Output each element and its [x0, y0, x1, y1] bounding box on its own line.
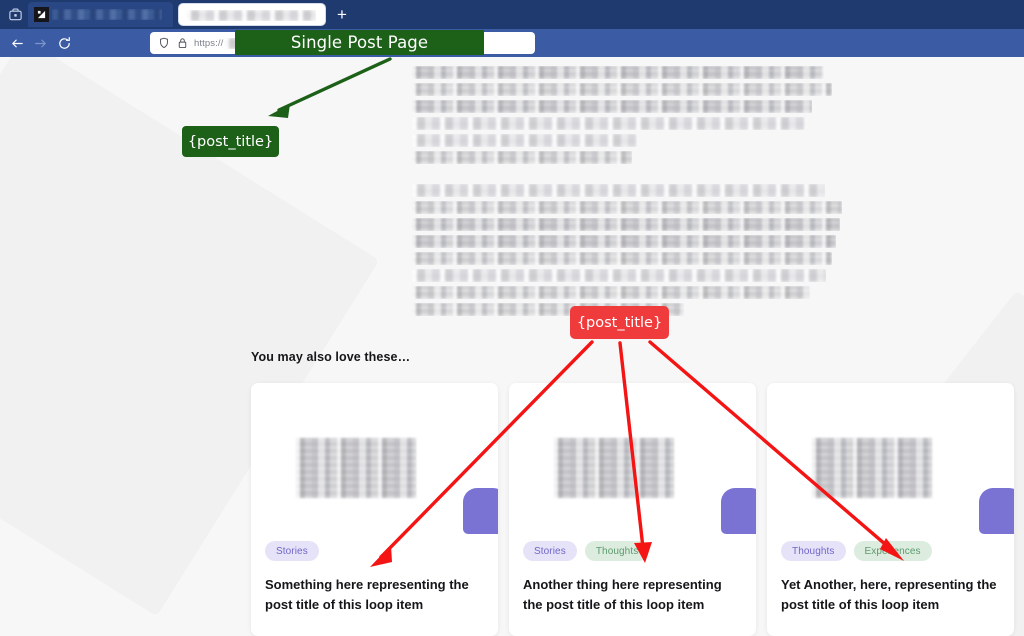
- forward-button: [30, 33, 50, 53]
- browser-tab-title-redacted: [52, 9, 162, 20]
- redacted-text-line: [412, 134, 637, 147]
- tab-strip: ✕ +: [0, 0, 1024, 29]
- redacted-text-line: [412, 218, 840, 231]
- back-button[interactable]: [7, 33, 27, 53]
- post-tag-list: Thoughts Experiences: [781, 541, 932, 561]
- redacted-text-line: [412, 286, 810, 299]
- redacted-text-line: [412, 235, 836, 248]
- post-tag[interactable]: Thoughts: [781, 541, 846, 561]
- post-tag[interactable]: Experiences: [853, 541, 932, 561]
- browser-tab-title-redacted: [186, 10, 316, 21]
- post-tag[interactable]: Thoughts: [584, 541, 650, 561]
- page-favicon-icon: [34, 7, 49, 22]
- related-posts-heading: You may also love these…: [251, 350, 411, 364]
- redacted-text-line: [412, 83, 832, 96]
- redacted-text-line: [412, 184, 825, 197]
- tab-search-icon[interactable]: [4, 3, 26, 25]
- post-tag[interactable]: Stories: [265, 541, 319, 561]
- reload-button[interactable]: [54, 33, 74, 53]
- redacted-text-line: [412, 66, 824, 79]
- decorative-blob: [979, 488, 1014, 534]
- post-thumbnail-redacted: [554, 438, 674, 498]
- single-post-page-banner: Single Post Page: [235, 30, 484, 55]
- post-card[interactable]: Thoughts Experiences Yet Another, here, …: [767, 383, 1014, 636]
- browser-tab-active[interactable]: ✕: [28, 2, 199, 27]
- decorative-blob: [721, 488, 756, 534]
- callout-post-title-green: {post_title}: [182, 126, 279, 157]
- post-thumbnail-redacted: [812, 438, 932, 498]
- shield-icon[interactable]: [158, 37, 170, 49]
- post-card-title[interactable]: Something here representing the post tit…: [265, 575, 484, 615]
- post-card-title[interactable]: Another thing here representing the post…: [523, 575, 742, 615]
- decorative-blob: [463, 488, 498, 534]
- redacted-text-line: [412, 117, 807, 130]
- redacted-text-line: [412, 151, 632, 164]
- post-tag-list: Stories Thoughts: [523, 541, 650, 561]
- article-body-redacted: [412, 66, 842, 320]
- browser-chrome: ✕ +: [0, 0, 1024, 57]
- lock-icon[interactable]: [177, 37, 188, 49]
- redacted-text-line: [412, 100, 812, 113]
- redacted-text-line: [412, 269, 826, 282]
- url-scheme-text: https://: [194, 37, 224, 49]
- post-tag[interactable]: Stories: [523, 541, 577, 561]
- redacted-text-line: [412, 252, 832, 265]
- page-viewport: You may also love these… Stories Somethi…: [0, 57, 1024, 636]
- related-posts-row: Stories Something here representing the …: [251, 383, 1016, 636]
- post-card[interactable]: Stories Something here representing the …: [251, 383, 498, 636]
- post-thumbnail-redacted: [296, 438, 416, 498]
- browser-tab-second[interactable]: [178, 3, 326, 26]
- redacted-text-line: [412, 201, 842, 214]
- post-card[interactable]: Stories Thoughts Another thing here repr…: [509, 383, 756, 636]
- post-tag-list: Stories: [265, 541, 319, 561]
- new-tab-button[interactable]: +: [332, 5, 352, 25]
- callout-post-title-red: {post_title}: [570, 306, 669, 339]
- post-card-title[interactable]: Yet Another, here, representing the post…: [781, 575, 1000, 615]
